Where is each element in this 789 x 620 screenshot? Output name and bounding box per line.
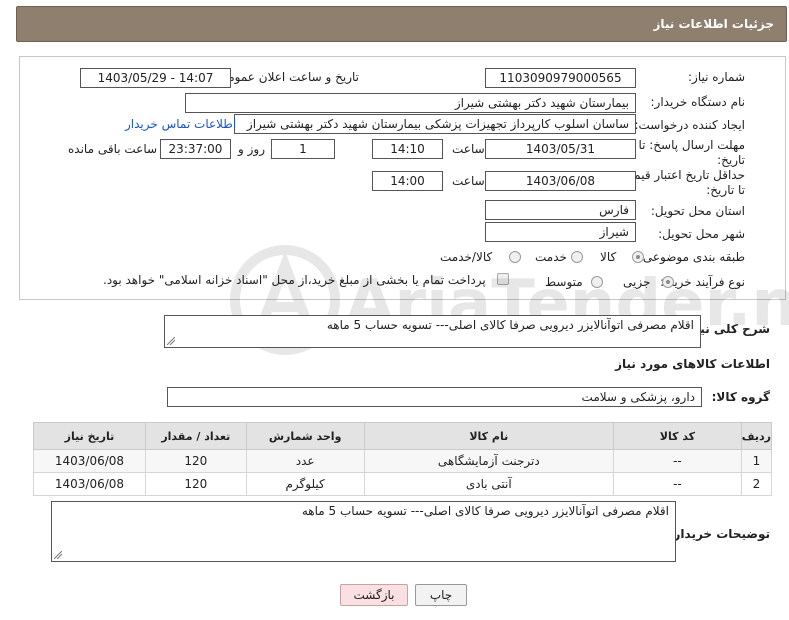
general-description-field[interactable]: اقلام مصرفی اتوآنالایزر دیرویی صرفا کالا… — [164, 315, 701, 348]
days-label: روز و — [238, 142, 265, 156]
reply-deadline-time-field[interactable]: 14:10 — [372, 139, 443, 159]
reply-deadline-date-field[interactable]: 1403/05/31 — [485, 139, 636, 159]
buyer-contact-link[interactable]: اطلاعات تماس خریدار — [125, 117, 236, 131]
col-row-header: ردیف — [740, 422, 773, 450]
price-validity-time-label: ساعت — [452, 174, 485, 188]
treasury-payment-checkbox[interactable] — [497, 273, 509, 285]
delivery-city-field[interactable]: شیراز — [485, 222, 636, 242]
time-remaining-field[interactable]: 23:37:00 — [160, 139, 231, 159]
col-qty-header: تعداد / مقدار — [144, 422, 247, 450]
days-remaining-field[interactable]: 1 — [271, 139, 335, 159]
goods-table: ردیف کد کالا نام کالا واحد شمارش تعداد /… — [33, 422, 773, 496]
category-radio-service[interactable] — [571, 251, 583, 263]
need-number-field[interactable]: 1103090979000565 — [485, 68, 636, 88]
cell-qty: 120 — [144, 472, 247, 496]
delivery-province-label: استان محل تحویل: — [650, 204, 745, 218]
back-button[interactable]: بازگشت — [340, 584, 408, 606]
cell-row: 1 — [740, 449, 773, 473]
cell-qty: 120 — [144, 449, 247, 473]
announce-datetime-label: تاریخ و ساعت اعلان عمومی: — [214, 70, 359, 84]
time-remaining-label: ساعت باقی مانده — [68, 142, 158, 156]
category-option-goods-service: کالا/خدمت — [440, 250, 493, 264]
buyer-notes-text: اقلام مصرفی اتوآنالایزر دیرویی صرفا کالا… — [301, 504, 669, 518]
cell-name: آنتی بادی — [363, 472, 615, 496]
category-option-service: خدمت — [535, 250, 567, 264]
goods-group-field[interactable]: دارو، پزشکی و سلامت — [167, 387, 702, 407]
buyer-notes-field[interactable]: اقلام مصرفی اتوآنالایزر دیرویی صرفا کالا… — [51, 501, 676, 562]
process-radio-medium[interactable] — [591, 276, 603, 288]
category-label: طبقه بندی موضوعی: — [638, 250, 745, 264]
col-unit-header: واحد شمارش — [245, 422, 365, 450]
col-date-header: تاریخ نیاز — [33, 422, 146, 450]
buyer-org-field[interactable]: بیمارستان شهید دکتر بهشتی شیراز — [185, 93, 636, 113]
buyer-notes-label: توضیحات خریدار: — [668, 527, 770, 541]
page-header: جزئیات اطلاعات نیاز — [16, 6, 787, 42]
category-radio-goods-service[interactable] — [509, 251, 521, 263]
col-name-header: نام کالا — [363, 422, 615, 450]
cell-date: 1403/06/08 — [33, 472, 146, 496]
table-header-row: ردیف کد کالا نام کالا واحد شمارش تعداد /… — [33, 422, 773, 450]
requester-field[interactable]: ساسان اسلوب کارپرداز تجهیزات پزشکی بیمار… — [234, 114, 636, 134]
price-validity-time-field[interactable]: 14:00 — [372, 171, 443, 191]
category-option-goods: کالا — [600, 250, 617, 264]
announce-datetime-field[interactable]: 1403/05/29 - 14:07 — [80, 68, 231, 88]
cell-row: 2 — [740, 472, 773, 496]
general-description-text: اقلام مصرفی اتوآنالایزر دیرویی صرفا کالا… — [326, 318, 694, 332]
delivery-province-field[interactable]: فارس — [485, 200, 636, 220]
goods-info-title: اطلاعات کالاهای مورد نیاز — [615, 357, 770, 371]
page-title: جزئیات اطلاعات نیاز — [653, 17, 774, 31]
cell-date: 1403/06/08 — [33, 449, 146, 473]
cell-unit: عدد — [245, 449, 365, 473]
process-option-medium: متوسط — [545, 275, 583, 289]
resize-grip-icon[interactable] — [167, 337, 175, 345]
cell-unit: کیلوگرم — [245, 472, 365, 496]
delivery-city-label: شهر محل تحویل: — [658, 227, 745, 241]
requester-label: ایجاد کننده درخواست: — [634, 118, 745, 132]
table-row: 1 -- دترجنت آزمایشگاهی عدد 120 1403/06/0… — [33, 449, 773, 473]
col-code-header: کد کالا — [613, 422, 742, 450]
print-button[interactable]: چاپ — [415, 584, 467, 606]
need-number-label: شماره نیاز: — [688, 70, 745, 84]
cell-name: دترجنت آزمایشگاهی — [363, 449, 615, 473]
price-validity-date-field[interactable]: 1403/06/08 — [485, 171, 636, 191]
reply-deadline-label: مهلت ارسال پاسخ: تا تاریخ: — [638, 138, 745, 167]
treasury-payment-note: پرداخت تمام یا بخشی از مبلغ خرید،از محل … — [103, 273, 486, 287]
buyer-org-label: نام دستگاه خریدار: — [650, 95, 746, 109]
cell-code: -- — [613, 472, 742, 496]
resize-grip-icon[interactable] — [54, 551, 62, 559]
process-option-minor: جزیی — [623, 275, 651, 289]
reply-deadline-time-label: ساعت — [452, 142, 485, 156]
goods-group-label: گروه کالا: — [711, 390, 770, 404]
category-radio-goods[interactable] — [632, 251, 644, 263]
cell-code: -- — [613, 449, 742, 473]
process-radio-minor[interactable] — [662, 276, 674, 288]
table-row: 2 -- آنتی بادی کیلوگرم 120 1403/06/08 — [33, 472, 773, 496]
